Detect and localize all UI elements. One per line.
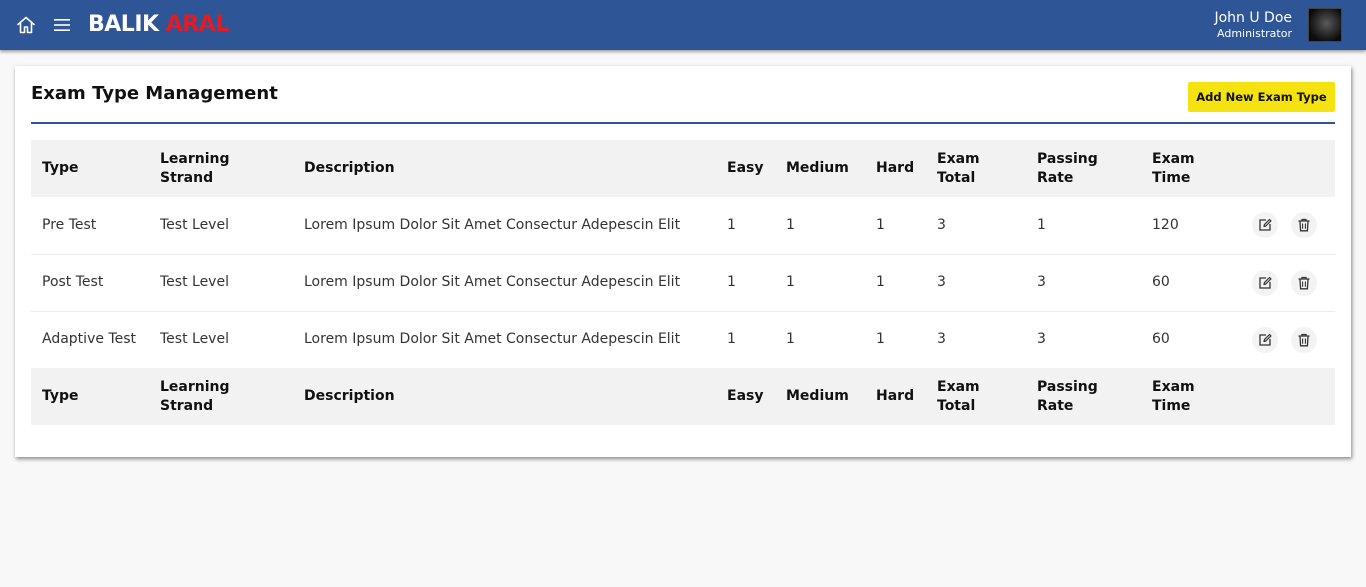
table-footer-row: Type Learning Strand Description Easy Med… (31, 368, 1335, 425)
cell-easy: 1 (727, 216, 736, 233)
cell-type: Post Test (42, 274, 104, 290)
col-footer-exam-total: Exam Total (937, 378, 980, 414)
col-header-learning-strand[interactable]: Learning Strand (149, 140, 293, 197)
col-footer-easy: Easy (727, 388, 764, 404)
cell-description: Lorem Ipsum Dolor Sit Amet Consectur Ade… (304, 216, 681, 233)
cell-actions (1241, 311, 1335, 368)
cell-exam-time: 60 (1152, 331, 1170, 348)
cell-description: Lorem Ipsum Dolor Sit Amet Consectur Ade… (304, 331, 681, 348)
cell-easy: 1 (727, 274, 736, 290)
cell-passing-rate: 3 (1037, 331, 1046, 348)
edit-icon[interactable] (1252, 326, 1278, 353)
cell-actions (1241, 197, 1335, 254)
cell-medium: 1 (786, 331, 795, 348)
cell-passing-rate: 3 (1037, 274, 1046, 290)
cell-exam-total: 3 (937, 331, 946, 348)
cell-medium: 1 (786, 216, 795, 233)
home-icon[interactable] (16, 15, 36, 35)
add-new-exam-type-button[interactable]: Add New Exam Type (1188, 82, 1335, 112)
col-footer-description: Description (304, 388, 395, 404)
col-header-medium[interactable]: Medium (775, 140, 865, 197)
col-header-exam-total[interactable]: Exam Total (926, 140, 1026, 197)
col-header-actions (1241, 140, 1335, 197)
exam-type-card: Exam Type Management Add New Exam Type T… (15, 66, 1351, 457)
cell-hard: 1 (876, 274, 885, 290)
col-footer-actions (1241, 368, 1335, 425)
page-title: Exam Type Management (31, 83, 278, 104)
cell-passing-rate: 1 (1037, 216, 1046, 233)
edit-icon[interactable] (1252, 269, 1278, 296)
trash-icon[interactable] (1291, 326, 1318, 353)
cell-hard: 1 (876, 331, 885, 348)
brand-logo[interactable]: BALIK ARAL (88, 11, 229, 39)
cell-exam-total: 3 (937, 274, 946, 290)
col-footer-type: Type (42, 388, 79, 404)
col-footer-learning-strand: Learning Strand (160, 378, 230, 414)
table-row: Adaptive Test Test Level Lorem Ipsum Dol… (31, 311, 1335, 368)
brand-word-aral: ARAL (165, 12, 230, 37)
col-footer-hard: Hard (876, 388, 915, 404)
exam-type-table: Type Learning Strand Description Easy Med… (31, 140, 1335, 425)
cell-type: Pre Test (42, 216, 97, 233)
cell-actions (1241, 254, 1335, 311)
col-footer-exam-time: Exam Time (1152, 378, 1195, 414)
cell-exam-time: 60 (1152, 274, 1170, 290)
user-name[interactable]: John U Doe (1214, 9, 1292, 27)
title-divider (31, 122, 1335, 124)
avatar[interactable] (1308, 8, 1342, 42)
table-row: Post Test Test Level Lorem Ipsum Dolor S… (31, 254, 1335, 311)
col-footer-passing-rate: Passing Rate (1037, 378, 1098, 414)
cell-learning-strand: Test Level (160, 274, 229, 290)
user-role: Administrator (1217, 27, 1292, 40)
cell-medium: 1 (786, 274, 795, 290)
col-header-passing-rate[interactable]: Passing Rate (1026, 140, 1141, 197)
cell-learning-strand: Test Level (160, 216, 229, 233)
trash-icon[interactable] (1291, 212, 1318, 239)
hamburger-menu-icon[interactable] (53, 15, 71, 35)
table-row: Pre Test Test Level Lorem Ipsum Dolor Si… (31, 197, 1335, 254)
cell-type: Adaptive Test (42, 331, 136, 348)
col-header-hard[interactable]: Hard (865, 140, 926, 197)
brand-word-balik: BALIK (88, 12, 159, 37)
col-footer-medium: Medium (786, 388, 849, 404)
col-header-type[interactable]: Type (31, 140, 149, 197)
top-navbar: BALIK ARAL John U Doe Administrator (0, 0, 1366, 50)
cell-description: Lorem Ipsum Dolor Sit Amet Consectur Ade… (304, 274, 681, 290)
col-header-easy[interactable]: Easy (716, 140, 775, 197)
cell-exam-total: 3 (937, 216, 946, 233)
cell-hard: 1 (876, 216, 885, 233)
col-header-exam-time[interactable]: Exam Time (1141, 140, 1241, 197)
table-header-row: Type Learning Strand Description Easy Med… (31, 140, 1335, 197)
cell-easy: 1 (727, 331, 736, 348)
cell-learning-strand: Test Level (160, 331, 229, 348)
trash-icon[interactable] (1291, 269, 1318, 296)
cell-exam-time: 120 (1152, 216, 1179, 233)
col-header-description[interactable]: Description (293, 140, 716, 197)
edit-icon[interactable] (1252, 212, 1278, 239)
